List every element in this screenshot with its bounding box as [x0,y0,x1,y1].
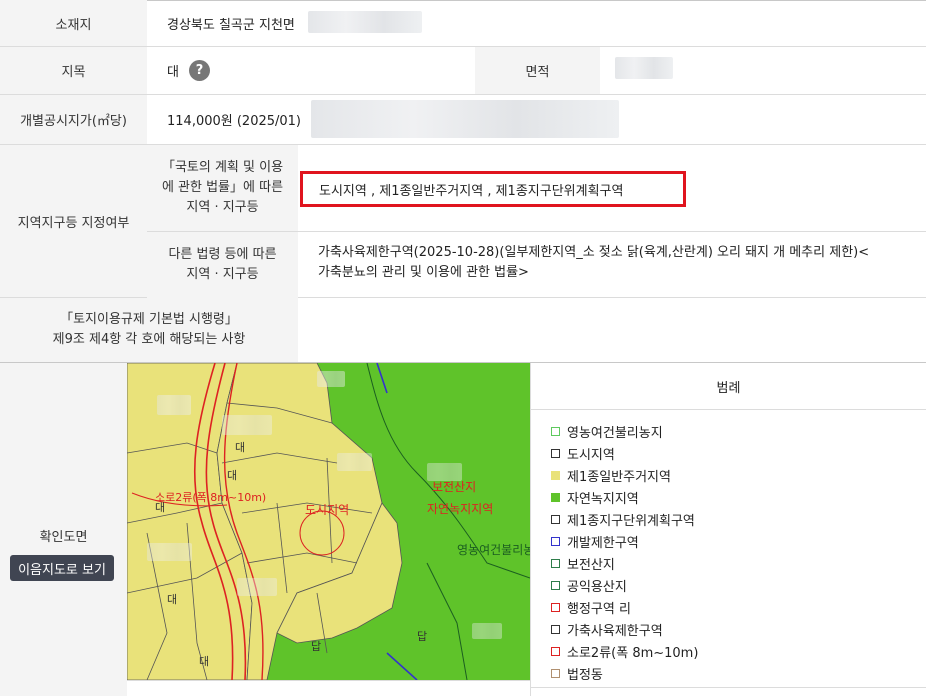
legend-item-label: 공익용산지 [567,580,627,595]
map-label-plot3: 대 [235,441,246,454]
legend-item-label: 법정동 [567,668,603,683]
map-section-label-cell: 확인도면 [0,363,127,696]
land-category-value: 대 ? [147,47,475,94]
row-location: 소재지 경상북도 칠곡군 지천면 [0,0,926,47]
zoning-sub1-value: 도시지역 , 제1종일반주거지역 , 제1종지구단위계획구역 [319,183,624,199]
legend-item-label: 행정구역 리 [567,602,631,617]
map-label-conservation2: 자연녹지지역 [427,502,494,516]
legend-item-label: 도시지역 [567,448,615,463]
legend-item: 개발제한구역 [551,532,639,551]
legend-item: 공익용산지 [551,576,627,595]
legend-swatch-icon [551,603,560,612]
redacted-address [308,11,422,33]
map-label-road: 소로2류(폭 8m~10m) [155,491,267,504]
legend-item-label: 영농여건불리농지 [567,426,663,441]
zoning-sub1-label: 「국토의 계획 및 이용 에 관한 법률」에 따른 지역 · 지구등 [147,145,298,231]
map-label-plot2: 대 [155,501,166,514]
legend-item: 소로2류(폭 8m~10m) [551,642,698,661]
zoning-label: 지역지구등 지정여부 [0,145,147,297]
map-label-urban: 도시지역 [305,503,350,517]
legend-swatch-icon [551,471,560,480]
legend-item-label: 제1종지구단위계획구역 [567,514,695,529]
legend-item: 법정동 [551,664,603,683]
legend-swatch-icon [551,449,560,458]
row-zoning: 지역지구등 지정여부 「국토의 계획 및 이용 에 관한 법률」에 따른 지역 … [0,145,926,298]
legend-item: 제1종지구단위계획구역 [551,510,695,529]
map-label-plot6: 대 [167,593,178,606]
legend-item-label: 개발제한구역 [567,536,639,551]
legend-item-label: 보전산지 [567,558,615,573]
price-text: 114,000원 (2025/01) [167,114,302,129]
row-price: 개별공시지가(㎡당) 114,000원 (2025/01) [0,95,926,145]
zoning-sub2-label: 다른 법령 등에 따른 지역 · 지구등 [147,231,298,298]
legend-item: 가축사육제한구역 [551,620,663,639]
legend-item: 자연녹지지역 [551,488,639,507]
legend-item-label: 소로2류(폭 8m~10m) [567,646,699,661]
legend-title: 범례 [531,363,926,410]
map-label-plot4: 답 [311,640,322,653]
legend-item: 도시지역 [551,444,615,463]
legend-swatch-icon [551,559,560,568]
legend-item-label: 가축사육제한구역 [567,624,663,639]
row-land-category: 지목 대 ? 면적 [0,47,926,95]
land-category-text: 대 [167,65,179,80]
legend-item-label: 자연녹지지역 [567,492,639,507]
land-category-label: 지목 [0,47,147,94]
location-value: 경상북도 칠곡군 지천면 [147,0,926,46]
price-label: 개별공시지가(㎡당) [0,95,147,144]
redacted-area [615,57,673,79]
map-label-plot7: 대 [199,655,210,668]
regulation-label: 「토지이용규제 기본법 시행령」 제9조 제4항 각 호에 해당되는 사항 [0,298,298,362]
location-label: 소재지 [0,0,147,46]
zoning-sub2-value: 가축사육제한구역(2025-10-28)(일부제한지역_소 젖소 닭(육계,산란… [318,245,870,280]
map-label-farmland: 영농여건불리농 [457,543,530,557]
redacted-price-history [311,100,619,138]
legend-swatch-icon [551,625,560,634]
legend-swatch-icon [551,669,560,678]
map-label-plot5: 답 [417,630,428,643]
area-label: 면적 [475,47,600,94]
legend-swatch-icon [551,427,560,436]
legend-item: 보전산지 [551,554,615,573]
legend-item-label: 제1종일반주거지역 [567,470,671,485]
legend-swatch-icon [551,515,560,524]
legend-panel: 범례 영농여건불리농지도시지역제1종일반주거지역자연녹지지역제1종지구단위계획구… [530,363,926,696]
location-text: 경상북도 칠곡군 지천면 [167,17,295,33]
question-icon[interactable]: ? [188,60,210,81]
row-regulation: 「토지이용규제 기본법 시행령」 제9조 제4항 각 호에 해당되는 사항 [0,298,926,363]
legend-swatch-icon [551,647,560,656]
view-map-button[interactable]: 이음지도로 보기 [10,555,114,581]
legend-item: 제1종일반주거지역 [551,466,671,485]
map-section-label: 확인도면 [39,530,88,545]
map-label-conservation1: 보전산지 [432,480,477,494]
map-label-plot1: 대 [227,469,238,482]
zoning-sub1-value-box: 도시지역 , 제1종일반주거지역 , 제1종지구단위계획구역 [300,171,686,207]
legend-swatch-icon [551,537,560,546]
land-use-map[interactable]: 소로2류(폭 8m~10m) 도시지역 보전산지 자연녹지지역 영농여건불리농 … [127,363,530,680]
legend-swatch-icon [551,581,560,590]
legend-item: 영농여건불리농지 [551,422,663,441]
legend-item: 행정구역 리 [551,598,631,617]
legend-swatch-icon [551,493,560,502]
